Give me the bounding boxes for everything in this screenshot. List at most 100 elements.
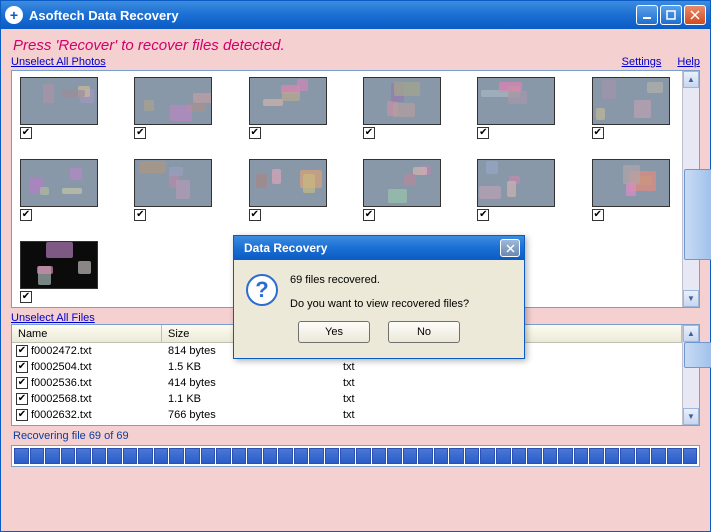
photo-thumbnail[interactable]: [134, 77, 218, 139]
photo-checkbox[interactable]: [477, 209, 489, 221]
unselect-all-photos-link[interactable]: Unselect All Photos: [11, 56, 106, 68]
progress-segment: [387, 448, 402, 464]
scroll-up-icon[interactable]: ▲: [683, 325, 699, 342]
progress-segment: [683, 448, 698, 464]
photo-checkbox[interactable]: [249, 127, 261, 139]
progress-segment: [356, 448, 371, 464]
photo-checkbox[interactable]: [20, 127, 32, 139]
scrollbar-thumb[interactable]: [684, 169, 711, 260]
photo-checkbox[interactable]: [363, 127, 375, 139]
scroll-up-icon[interactable]: ▲: [683, 71, 699, 88]
question-icon: ?: [246, 274, 278, 306]
file-ext: txt: [337, 393, 482, 405]
progress-segment: [325, 448, 340, 464]
photo-thumbnail[interactable]: [477, 77, 561, 139]
yes-button[interactable]: Yes: [298, 321, 370, 343]
settings-link[interactable]: Settings: [622, 56, 662, 68]
progress-segment: [496, 448, 511, 464]
no-button[interactable]: No: [388, 321, 460, 343]
progress-segment: [527, 448, 542, 464]
progress-segment: [636, 448, 651, 464]
progress-segment: [558, 448, 573, 464]
file-checkbox[interactable]: [16, 345, 28, 357]
progress-segment: [589, 448, 604, 464]
minimize-button[interactable]: [636, 5, 658, 25]
scroll-down-icon[interactable]: ▼: [683, 290, 699, 307]
file-name: f0002536.txt: [31, 377, 92, 389]
files-scrollbar[interactable]: ▲ ▼: [682, 325, 699, 425]
progress-segment: [465, 448, 480, 464]
progress-segment: [185, 448, 200, 464]
file-name: f0002504.txt: [31, 361, 92, 373]
progress-segment: [434, 448, 449, 464]
file-size: 414 bytes: [162, 377, 337, 389]
file-checkbox[interactable]: [16, 409, 28, 421]
photo-checkbox[interactable]: [20, 291, 32, 303]
instruction-text: Press 'Recover' to recover files detecte…: [13, 37, 700, 54]
photo-thumbnail[interactable]: [20, 159, 104, 221]
photo-checkbox[interactable]: [249, 209, 261, 221]
photo-checkbox[interactable]: [134, 127, 146, 139]
table-row[interactable]: f0002568.txt1.1 KBtxt: [12, 391, 682, 407]
photo-thumbnail[interactable]: [134, 159, 218, 221]
photo-checkbox[interactable]: [477, 127, 489, 139]
photo-thumbnail[interactable]: [477, 159, 561, 221]
dialog-text: 69 files recovered. Do you want to view …: [290, 270, 469, 313]
col-name[interactable]: Name: [12, 325, 162, 342]
photos-scrollbar[interactable]: ▲ ▼: [682, 71, 699, 307]
app-window: + Asoftech Data Recovery Press 'Recover'…: [0, 0, 711, 532]
close-button[interactable]: [684, 5, 706, 25]
photo-checkbox[interactable]: [363, 209, 375, 221]
photo-thumbnail[interactable]: [249, 77, 333, 139]
photo-thumbnail[interactable]: [20, 77, 104, 139]
progress-segment: [263, 448, 278, 464]
progress-segment: [418, 448, 433, 464]
photo-checkbox[interactable]: [134, 209, 146, 221]
progress-segment: [14, 448, 29, 464]
progress-segment: [651, 448, 666, 464]
unselect-all-files-link[interactable]: Unselect All Files: [11, 312, 95, 324]
progress-segment: [138, 448, 153, 464]
progress-segment: [232, 448, 247, 464]
dialog-close-button[interactable]: [500, 239, 520, 257]
progress-segment: [123, 448, 138, 464]
file-name: f0002568.txt: [31, 393, 92, 405]
progress-segment: [247, 448, 262, 464]
progress-segment: [92, 448, 107, 464]
table-row[interactable]: f0002504.txt1.5 KBtxt: [12, 359, 682, 375]
progress-segment: [340, 448, 355, 464]
photo-thumbnail[interactable]: [592, 159, 676, 221]
app-icon: +: [5, 6, 23, 24]
table-row[interactable]: f0002632.txt 766 bytestxt: [12, 407, 682, 423]
scroll-down-icon[interactable]: ▼: [683, 408, 699, 425]
file-ext: txt: [337, 361, 482, 373]
progress-segment: [278, 448, 293, 464]
photo-thumbnail[interactable]: [363, 159, 447, 221]
photo-checkbox[interactable]: [20, 209, 32, 221]
photo-thumbnail[interactable]: [592, 77, 676, 139]
progress-segment: [667, 448, 682, 464]
photo-thumbnail[interactable]: [363, 77, 447, 139]
progress-segment: [605, 448, 620, 464]
file-checkbox[interactable]: [16, 377, 28, 389]
file-checkbox[interactable]: [16, 393, 28, 405]
file-ext: txt: [337, 409, 482, 421]
photo-thumbnail[interactable]: [20, 241, 110, 303]
table-row[interactable]: f0002536.txt414 bytestxt: [12, 375, 682, 391]
file-checkbox[interactable]: [16, 361, 28, 373]
photo-thumbnail[interactable]: [249, 159, 333, 221]
progress-segment: [154, 448, 169, 464]
dialog-line2: Do you want to view recovered files?: [290, 296, 469, 314]
scrollbar-thumb[interactable]: [684, 342, 711, 368]
dialog-titlebar: Data Recovery: [234, 236, 524, 260]
maximize-button[interactable]: [660, 5, 682, 25]
file-name: f0002632.txt: [31, 409, 92, 421]
progress-segment: [372, 448, 387, 464]
progress-segment: [30, 448, 45, 464]
photo-checkbox[interactable]: [592, 209, 604, 221]
progress-segment: [216, 448, 231, 464]
file-size: 766 bytes: [162, 409, 337, 421]
progress-segment: [45, 448, 60, 464]
photo-checkbox[interactable]: [592, 127, 604, 139]
help-link[interactable]: Help: [677, 56, 700, 68]
